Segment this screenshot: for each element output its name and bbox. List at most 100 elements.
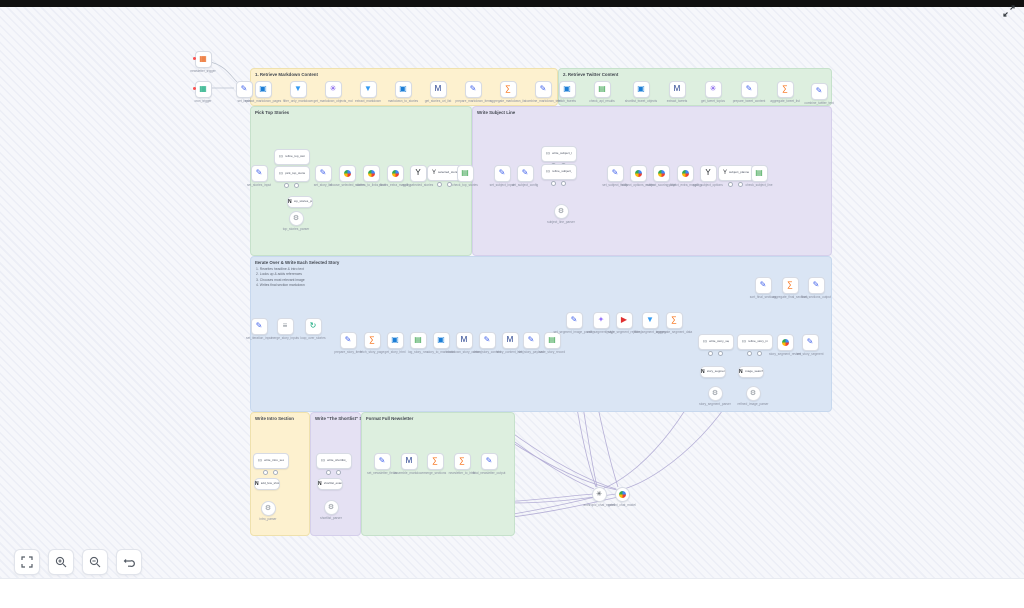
node-combine-markdown-text[interactable]: ✎combine_markdown_text xyxy=(535,81,552,98)
node-anthropic-chat-model[interactable]: ✳anthropic_chat_model xyxy=(592,487,607,502)
node-merge-sections[interactable]: ∑merge_sections xyxy=(427,453,444,470)
sub-node-port[interactable] xyxy=(273,470,278,475)
node-aggregate-segment-data[interactable]: ∑aggregate_segment_data xyxy=(666,312,683,329)
node-set-iteration-input[interactable]: ✎set_iteration_input xyxy=(251,318,268,335)
node-subject-line-parser[interactable]: ⚙subject_line_parser xyxy=(554,204,569,219)
node-top-stories-parser[interactable]: ⚙top_stories_parser xyxy=(289,211,304,226)
node-extract-markdown[interactable]: ▼extract_markdown xyxy=(360,81,377,98)
sub-node-port[interactable] xyxy=(326,470,331,475)
node-refine-subject-line[interactable]: ∞refine_subject_line xyxy=(541,164,577,180)
node-stories-extra-mapping[interactable]: stories_extra_mapping xyxy=(387,165,404,182)
node-fetch-story-page[interactable]: ∑fetch_story_page xyxy=(364,332,381,349)
node-clean-story-content[interactable]: ✎clean_story_content xyxy=(479,332,496,349)
node-image-search-tool[interactable]: Nimage_search_tool xyxy=(738,366,764,378)
node-check-subject-line[interactable]: ▤check_subject_line xyxy=(751,165,768,182)
node-stories-to-links-final[interactable]: stories_to_links_final xyxy=(363,165,380,182)
node-log-story-row[interactable]: ▤log_story_row xyxy=(410,332,427,349)
node-assemble-markdown[interactable]: Massemble_markdown xyxy=(401,453,418,470)
node-pick-top-stories[interactable]: ∞pick_top_stories xyxy=(274,166,310,182)
sub-node-port[interactable] xyxy=(294,183,299,188)
node-loop-over-stories[interactable]: ↻loop_over_stories xyxy=(305,318,322,335)
sub-node-port[interactable] xyxy=(718,351,723,356)
node-prepare-story-item[interactable]: ✎prepare_story_item xyxy=(340,332,357,349)
node-write-intro-section[interactable]: ∞write_intro_section xyxy=(253,453,289,469)
node-story-segment-tool[interactable]: Nstory_segment_tool xyxy=(700,366,726,378)
zoom-out-button[interactable] xyxy=(82,549,108,575)
node-final-sections-output[interactable]: ✎final_sections_output xyxy=(808,277,825,294)
node-story-to-markdown[interactable]: ▣story_to_markdown xyxy=(433,332,450,349)
node-set-story-list[interactable]: ✎set_story_list xyxy=(315,165,332,182)
node-sort-final-sections[interactable]: ✎sort_final_sections xyxy=(755,277,772,294)
node-add-few-shots[interactable]: Nadd_few_shots xyxy=(254,478,280,490)
node-aggregate-final-sections[interactable]: ∑aggregate_final_sections xyxy=(782,277,799,294)
node-set-segment-image-params[interactable]: ✎set_segment_image_params xyxy=(566,312,583,329)
reset-zoom-button[interactable] xyxy=(116,549,142,575)
node-prepare-markdown-item[interactable]: ✎prepare_markdown_item xyxy=(465,81,482,98)
node-cron-trigger[interactable]: ▦cron_trigger xyxy=(195,81,212,98)
node-story-segment-review[interactable]: story_segment_review xyxy=(777,334,794,351)
node-story-content-html[interactable]: Mstory_content_html xyxy=(502,332,519,349)
sub-node-port[interactable] xyxy=(561,181,566,186)
node-fetch-tweets[interactable]: ▣fetch_tweets xyxy=(559,81,576,98)
node-edit-segment-style[interactable]: ✦edit_segment_style xyxy=(593,312,610,329)
node-get-tweet-topics[interactable]: ✳get_tweet_topics xyxy=(705,81,722,98)
node-get-markdown-objects-md[interactable]: ✳get_markdown_objects_md xyxy=(325,81,342,98)
zoom-in-button[interactable] xyxy=(48,549,74,575)
node-split-subject-options[interactable]: Ysplit_subject_options xyxy=(700,165,717,182)
node-set-input[interactable]: ✎set_input xyxy=(236,81,253,98)
node-refine-story-image[interactable]: ∞refine_story_image xyxy=(737,334,773,350)
node-extract-markdown-pages[interactable]: ▣extract_markdown_pages xyxy=(255,81,272,98)
node-choose-selected-stories[interactable]: choose_selected_stories xyxy=(339,165,356,182)
node-merge-story-inputs[interactable]: ≡merge_story_inputs xyxy=(277,318,294,335)
node-subject-planned-header[interactable]: Ysubject_planned_header xyxy=(718,165,754,181)
node-shortlist-examples[interactable]: Nshortlist_examples xyxy=(317,478,343,490)
node-filter-only-markdown[interactable]: ▼filter_only_markdown xyxy=(290,81,307,98)
node-image-segment-rejected[interactable]: ▶image_segment_rejected xyxy=(616,312,633,329)
node-set-newsletter-fields[interactable]: ✎set_newsletter_fields xyxy=(374,453,391,470)
node-get-stories-url-list[interactable]: Mget_stories_url_list xyxy=(430,81,447,98)
sub-node-port[interactable] xyxy=(336,470,341,475)
node-set-story-segment[interactable]: ✎set_story_segment xyxy=(802,334,819,351)
node-intro-parser[interactable]: ⚙intro_parser xyxy=(261,501,276,516)
node-check-top-stories[interactable]: ▤check_top_stories xyxy=(457,165,474,182)
node-set-subject-fields[interactable]: ✎set_subject_fields xyxy=(607,165,624,182)
node-set-subject-config[interactable]: ✎set_subject_config xyxy=(517,165,534,182)
node-final-newsletter-output[interactable]: ✎final_newsletter_output xyxy=(481,453,498,470)
node-story-segment-parser[interactable]: ⚙story_segment_parser xyxy=(708,386,723,401)
node-set-story-payload[interactable]: ✎set_story_payload xyxy=(523,332,540,349)
node-check-api-results[interactable]: ▤check_api_results xyxy=(594,81,611,98)
node-top-stories-prompt[interactable]: Ntop_stories_prompt xyxy=(287,196,313,208)
node-aggregate-tweet-list[interactable]: ∑aggregate_tweet_list xyxy=(777,81,794,98)
node-aggregate-markdown-list[interactable]: ∑aggregate_markdown_list xyxy=(500,81,517,98)
node-save-story-record[interactable]: ▤save_story_record xyxy=(544,332,561,349)
node-markdown-to-stories[interactable]: ▣markdown_to_stories xyxy=(395,81,412,98)
fit-view-button[interactable] xyxy=(14,549,40,575)
node-filter-segment-images[interactable]: ▼filter_segment_images xyxy=(642,312,659,329)
node-set-subject-input[interactable]: ✎set_subject_input xyxy=(494,165,511,182)
node-write-shortlist-section[interactable]: ∞write_shortlist_section xyxy=(316,453,352,469)
node-refine-top-stories[interactable]: ∞refine_top_stories xyxy=(274,149,310,165)
node-set-stories-input[interactable]: ✎set_stories_input xyxy=(251,165,268,182)
node-extract-tweets[interactable]: Mextract_tweets xyxy=(669,81,686,98)
node-shortlist-tweet-objects[interactable]: ▣shortlist_tweet_objects xyxy=(633,81,650,98)
sub-node-port[interactable] xyxy=(728,182,733,187)
node-get-story-html[interactable]: ▣get_story_html xyxy=(387,332,404,349)
node-prepare-tweet-content[interactable]: ✎prepare_tweet_content xyxy=(741,81,758,98)
node-subject-extra-mapping[interactable]: subject_extra_mapping xyxy=(677,165,694,182)
node-subject-options-review[interactable]: subject_options_review xyxy=(630,165,647,182)
sub-node-port[interactable] xyxy=(757,351,762,356)
node-subject-scoring-final[interactable]: subject_scoring_final xyxy=(653,165,670,182)
sub-node-port[interactable] xyxy=(263,470,268,475)
node-newsletter-to-html[interactable]: ∑newsletter_to_html xyxy=(454,453,471,470)
node-gemini-chat-model[interactable]: gemini_chat_model xyxy=(615,487,630,502)
node-write-story-segment[interactable]: ∞write_story_segment xyxy=(698,334,734,350)
workflow-canvas[interactable]: 1. Retrieve Markdown Content2. Retrieve … xyxy=(0,7,1024,579)
sub-node-port[interactable] xyxy=(284,183,289,188)
node-refined-image-parser[interactable]: ⚙refined_image_parser xyxy=(746,386,761,401)
sub-node-port[interactable] xyxy=(437,182,442,187)
sub-node-port[interactable] xyxy=(551,181,556,186)
node-split-selected-stories[interactable]: Ysplit_selected_stories xyxy=(410,165,427,182)
node-newsletter-trigger[interactable]: ▦newsletter_trigger xyxy=(195,51,212,68)
expand-diagonal-icon[interactable] xyxy=(1002,4,1016,18)
node-markdown-story-content[interactable]: Mmarkdown_story_content xyxy=(456,332,473,349)
